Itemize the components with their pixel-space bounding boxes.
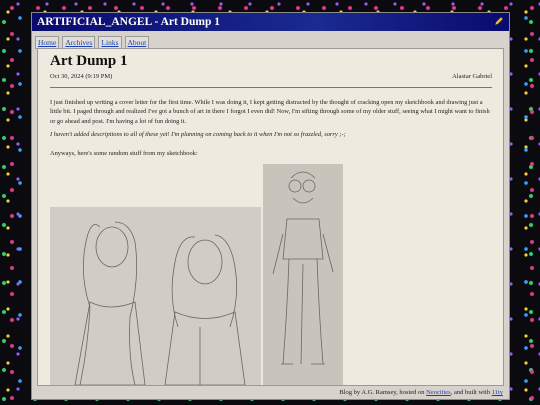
footer-neocities-link[interactable]: Neocities [426, 389, 451, 396]
post-paragraph: I just finished up writing a cover lette… [50, 99, 490, 125]
post-title: Art Dump 1 [50, 53, 128, 69]
sketch-image-standing-figure[interactable] [263, 164, 343, 386]
page-footer: Blog by A.G. Ramsey, hosted on Neocities… [32, 386, 509, 399]
post-date: Oct 30, 2024 (9:19 PM) [50, 73, 113, 80]
divider [50, 87, 492, 88]
footer-prefix: Blog by A.G. Ramsey, hosted on [339, 389, 427, 396]
footer-middle: , and built with [450, 389, 492, 396]
post-intro: Anyways, here's some random stuff from m… [50, 150, 198, 157]
post-content: Art Dump 1 Oct 30, 2024 (9:19 PM) Alasta… [37, 48, 504, 386]
pencil-icon[interactable] [494, 16, 504, 26]
footer-11ty-link[interactable]: 11ty [492, 389, 503, 396]
window-title: ARTIFICIAL_ANGEL - Art Dump 1 [37, 16, 220, 28]
sketch-image-two-figures[interactable] [50, 207, 261, 385]
post-meta: Oct 30, 2024 (9:19 PM) Alastar Gabriel [50, 73, 492, 80]
browser-window: ARTIFICIAL_ANGEL - Art Dump 1 Home Archi… [31, 12, 510, 400]
post-note: I haven't added descriptions to all of t… [50, 131, 346, 138]
window-titlebar: ARTIFICIAL_ANGEL - Art Dump 1 [32, 13, 509, 31]
post-author: Alastar Gabriel [452, 73, 492, 80]
nav-bar: Home Archives Links About [32, 31, 509, 49]
